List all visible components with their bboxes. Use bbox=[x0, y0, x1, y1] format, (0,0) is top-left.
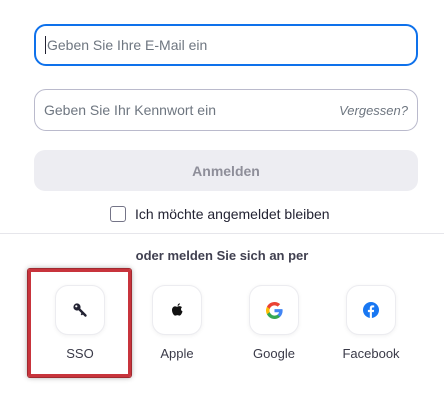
password-placeholder: Geben Sie Ihr Kennwort ein bbox=[44, 102, 216, 118]
sso-signin-button[interactable]: SSO bbox=[40, 285, 120, 361]
email-field[interactable]: Geben Sie Ihre E-Mail ein bbox=[34, 24, 418, 66]
divider bbox=[0, 233, 444, 234]
zoom-signin-page: Geben Sie Ihre E-Mail ein Geben Sie Ihr … bbox=[0, 0, 444, 394]
google-tile[interactable] bbox=[249, 285, 299, 335]
facebook-icon bbox=[363, 302, 379, 318]
facebook-label: Facebook bbox=[342, 346, 400, 361]
signin-button[interactable]: Anmelden bbox=[34, 150, 418, 191]
remember-me-checkbox[interactable] bbox=[110, 206, 126, 222]
google-label: Google bbox=[253, 346, 295, 361]
sso-label: SSO bbox=[66, 346, 94, 361]
apple-signin-button[interactable]: Apple bbox=[137, 285, 217, 361]
apple-tile[interactable] bbox=[152, 285, 202, 335]
email-placeholder: Geben Sie Ihre E-Mail ein bbox=[47, 37, 208, 53]
apple-icon bbox=[171, 302, 182, 316]
text-cursor bbox=[45, 36, 46, 54]
google-signin-button[interactable]: Google bbox=[234, 285, 314, 361]
facebook-signin-button[interactable]: Facebook bbox=[331, 285, 411, 361]
remember-me-row[interactable]: Ich möchte angemeldet bleiben bbox=[110, 204, 330, 224]
sso-tile[interactable] bbox=[55, 285, 105, 335]
apple-label: Apple bbox=[160, 346, 194, 361]
alt-signin-heading: oder melden Sie sich an per bbox=[135, 248, 309, 263]
forgot-password-link[interactable]: Vergessen? bbox=[339, 103, 408, 118]
google-icon bbox=[265, 301, 283, 319]
password-field[interactable]: Geben Sie Ihr Kennwort ein Vergessen? bbox=[34, 89, 418, 131]
key-icon bbox=[73, 303, 87, 317]
remember-me-label: Ich möchte angemeldet bleiben bbox=[135, 206, 330, 222]
facebook-tile[interactable] bbox=[346, 285, 396, 335]
